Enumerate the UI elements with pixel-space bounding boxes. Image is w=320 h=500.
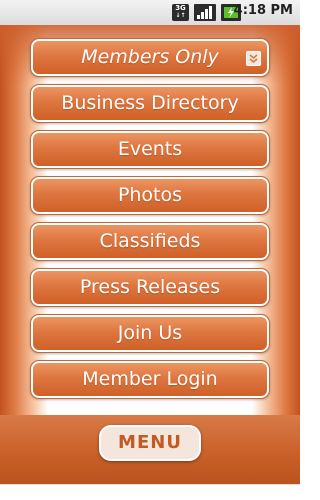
status-bar: 3G ↓↑ 4:18 PM bbox=[0, 0, 300, 26]
member-login-label: Member Login bbox=[82, 368, 218, 390]
chevron-down-icon[interactable] bbox=[246, 51, 261, 66]
business-directory-label: Business Directory bbox=[61, 92, 239, 114]
join-us-label: Join Us bbox=[117, 322, 183, 344]
classifieds-label: Classifieds bbox=[99, 230, 201, 252]
network-type-label: 3G bbox=[175, 4, 186, 12]
network-3g-icon: 3G ↓↑ bbox=[172, 4, 189, 21]
members-only-label: Members Only bbox=[81, 46, 219, 68]
photos-label: Photos bbox=[117, 184, 183, 206]
business-directory-button[interactable]: Business Directory bbox=[30, 84, 270, 123]
classifieds-button[interactable]: Classifieds bbox=[30, 222, 270, 261]
data-arrows-icon: ↓↑ bbox=[175, 12, 186, 19]
main-content bbox=[0, 25, 300, 415]
events-label: Events bbox=[117, 138, 183, 160]
menu-button-label: MENU bbox=[118, 432, 182, 453]
member-login-button[interactable]: Member Login bbox=[30, 360, 270, 399]
menu-button[interactable]: MENU bbox=[99, 425, 201, 461]
events-button[interactable]: Events bbox=[30, 130, 270, 169]
time-value: 4:18 bbox=[233, 3, 266, 18]
photos-button[interactable]: Photos bbox=[30, 176, 270, 215]
press-releases-label: Press Releases bbox=[79, 276, 221, 298]
members-only-button[interactable]: Members Only bbox=[30, 38, 270, 77]
join-us-button[interactable]: Join Us bbox=[30, 314, 270, 353]
time-suffix: PM bbox=[270, 3, 293, 18]
press-releases-button[interactable]: Press Releases bbox=[30, 268, 270, 307]
status-time: 4:18 PM bbox=[234, 3, 293, 18]
signal-strength-icon bbox=[194, 4, 216, 21]
